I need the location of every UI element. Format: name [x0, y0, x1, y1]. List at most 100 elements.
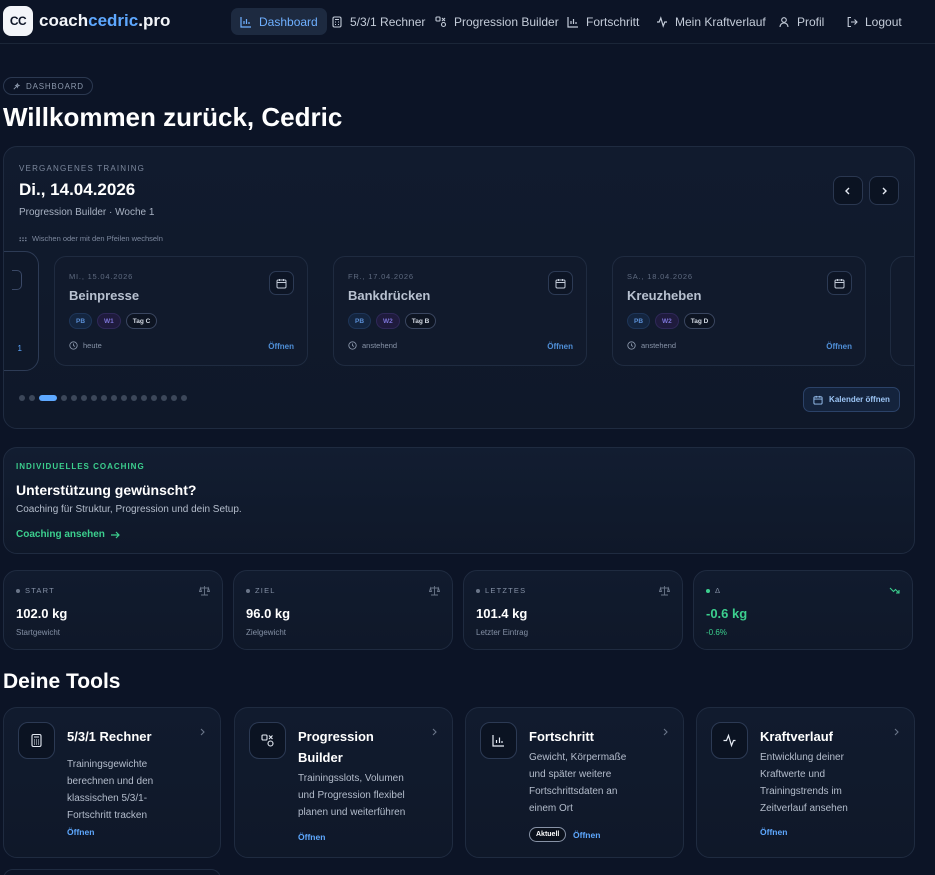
stat-label-text: LETZTES — [485, 586, 527, 595]
tag-pb: PB — [348, 313, 372, 329]
tool-description-line: und später weitere — [529, 769, 612, 780]
session-card[interactable]: SA., 18.04.2026 Kreuzheben PB W2 Tag D a… — [612, 256, 866, 366]
carousel-dot[interactable] — [19, 395, 25, 401]
session-date: MI., 15.04.2026 — [69, 272, 134, 281]
session-tags: PB W2 Tag B — [348, 313, 437, 329]
coaching-link[interactable]: Coaching ansehen — [16, 529, 120, 540]
tool-icon-box — [18, 722, 55, 759]
tool-description-line: Fortschritt tracken — [67, 810, 148, 821]
tool-card-kraftverlauf[interactable]: Kraftverlauf Entwicklung deiner Kraftwer… — [696, 707, 915, 858]
logo-mark[interactable]: CC — [3, 6, 33, 36]
tag-week: W2 — [655, 313, 679, 329]
chevron-left-icon — [845, 187, 850, 194]
trend-down-icon — [889, 587, 900, 594]
next-tool-card[interactable] — [3, 869, 221, 875]
tool-description: Trainingsgewichte berechnen und den klas… — [67, 756, 192, 824]
nav-fortschritt-label: Fortschritt — [586, 14, 640, 29]
carousel-dot[interactable] — [111, 395, 117, 401]
session-title: Beinpresse — [69, 288, 140, 303]
tool-description-line: einem Ort — [529, 803, 573, 814]
session-card[interactable]: FR., 17.04.2026 Bankdrücken PB W2 Tag B … — [333, 256, 587, 366]
session-card[interactable]: MI., 15.04.2026 Beinpresse PB W1 Tag C h… — [54, 256, 308, 366]
bar-chart-icon — [567, 16, 578, 28]
calculator-icon — [31, 733, 42, 748]
tool-description-line: Kraftwerte und — [760, 769, 826, 780]
stat-bullet — [706, 588, 710, 593]
coaching-subtitle: Coaching für Struktur, Progression und d… — [16, 504, 242, 515]
nav-dashboard[interactable]: Dashboard — [231, 8, 327, 35]
session-calendar-button[interactable] — [827, 271, 852, 295]
nav-progression-builder-label: Progression Builder — [454, 14, 559, 29]
clock-icon — [69, 341, 78, 350]
clock-icon — [348, 341, 357, 350]
logo-text-suffix: .pro — [138, 11, 171, 30]
nav-progression-builder[interactable]: Progression Builder — [426, 8, 568, 35]
logo-text-prefix: coach — [39, 11, 89, 30]
top-navbar: CC coachcedric.pro Dashboard 5/3/1 Rechn… — [0, 0, 935, 44]
tool-open-link[interactable]: Öffnen — [67, 827, 94, 837]
session-open-link[interactable]: Öffnen — [826, 342, 852, 351]
previous-session-card[interactable]: 1 — [4, 251, 39, 371]
carousel-dot[interactable] — [29, 395, 35, 401]
logo-text[interactable]: coachcedric.pro — [39, 11, 170, 31]
tool-open-link[interactable]: Öffnen — [760, 827, 787, 837]
carousel-dot[interactable] — [121, 395, 127, 401]
stat-bullet — [476, 588, 480, 593]
carousel-dot[interactable] — [91, 395, 97, 401]
session-open-link[interactable]: Öffnen — [268, 342, 294, 351]
nav-logout[interactable]: Logout — [837, 8, 911, 35]
stat-label-text: Δ — [715, 586, 722, 595]
carousel-dot[interactable] — [141, 395, 147, 401]
stat-sub: Letzter Eintrag — [476, 628, 529, 637]
scale-icon — [199, 586, 210, 596]
carousel-dot[interactable] — [181, 395, 187, 401]
carousel-dot[interactable] — [81, 395, 87, 401]
arrow-right-icon — [110, 531, 120, 538]
carousel-dot[interactable] — [161, 395, 167, 401]
nav-profil[interactable]: Profil — [769, 8, 833, 35]
activity-icon — [723, 733, 736, 748]
carousel-dot[interactable] — [171, 395, 177, 401]
tool-description-line: Trainingsgewichte — [67, 759, 148, 770]
stat-sub: -0.6% — [706, 628, 727, 637]
session-tags: PB W2 Tag D — [627, 313, 716, 329]
coaching-kicker: INDIVIDUELLES COACHING — [16, 462, 145, 471]
chevron-right-icon — [882, 187, 887, 194]
tool-card-fortschritt[interactable]: Fortschritt Gewicht, Körpermaße und spät… — [465, 707, 684, 858]
carousel-dot[interactable] — [101, 395, 107, 401]
tools-section-title: Deine Tools — [3, 670, 121, 693]
tool-description-line: Trainingstrends im — [760, 786, 842, 797]
next-button[interactable] — [869, 176, 899, 205]
coaching-card: INDIVIDUELLES COACHING Unterstützung gew… — [3, 447, 915, 554]
chevron-right-icon — [432, 728, 437, 736]
carousel-dot[interactable] — [71, 395, 77, 401]
training-date: Di., 14.04.2026 — [19, 180, 136, 199]
training-kicker: VERGANGENES TRAINING — [19, 164, 146, 173]
tool-card-progression-builder[interactable]: Progression Builder Trainingsslots, Volu… — [234, 707, 453, 858]
calendar-icon — [276, 278, 287, 288]
nav-fortschritt[interactable]: Fortschritt — [558, 8, 648, 35]
coaching-link-label: Coaching ansehen — [16, 529, 105, 540]
open-calendar-button[interactable]: Kalender öffnen — [803, 387, 900, 412]
tool-description: Entwicklung deiner Kraftwerte und Traini… — [760, 749, 885, 817]
carousel-dot[interactable] — [131, 395, 137, 401]
session-open-link[interactable]: Öffnen — [547, 342, 573, 351]
carousel-dot[interactable] — [151, 395, 157, 401]
session-calendar-button[interactable] — [269, 271, 294, 295]
tag-pb: PB — [69, 313, 93, 329]
training-subtitle: Progression Builder · Woche 1 — [19, 207, 155, 218]
tag-week: W1 — [97, 313, 121, 329]
session-calendar-button[interactable] — [548, 271, 573, 295]
nav-kraftverlauf[interactable]: Mein Kraftverlauf — [647, 8, 775, 35]
tool-open-link[interactable]: Öffnen — [298, 832, 325, 842]
carousel-dot[interactable] — [61, 395, 67, 401]
tool-card-531-rechner[interactable]: 5/3/1 Rechner Trainingsgewichte berechne… — [3, 707, 221, 858]
next-session-card[interactable] — [890, 256, 914, 366]
stat-label: Δ — [706, 586, 721, 595]
previous-button[interactable] — [833, 176, 863, 205]
tool-icon-box — [711, 722, 748, 759]
nav-531-rechner[interactable]: 5/3/1 Rechner — [322, 8, 434, 35]
swipe-hint-text: Wischen oder mit den Pfeilen wechseln — [32, 234, 163, 243]
tool-open-link[interactable]: Öffnen — [573, 830, 600, 840]
carousel-dot[interactable] — [39, 395, 57, 401]
